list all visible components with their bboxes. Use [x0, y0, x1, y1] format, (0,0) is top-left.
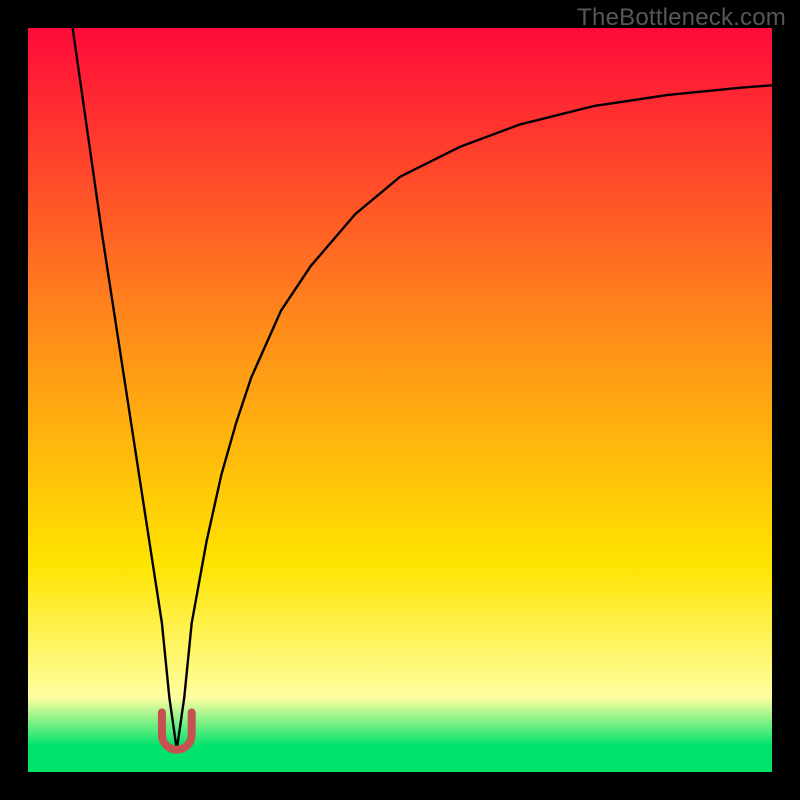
watermark-text: TheBottleneck.com [577, 4, 786, 32]
chart-container: { "watermark": "TheBottleneck.com", "col… [0, 0, 800, 800]
chart-svg [28, 28, 772, 772]
plot-background [28, 28, 772, 772]
